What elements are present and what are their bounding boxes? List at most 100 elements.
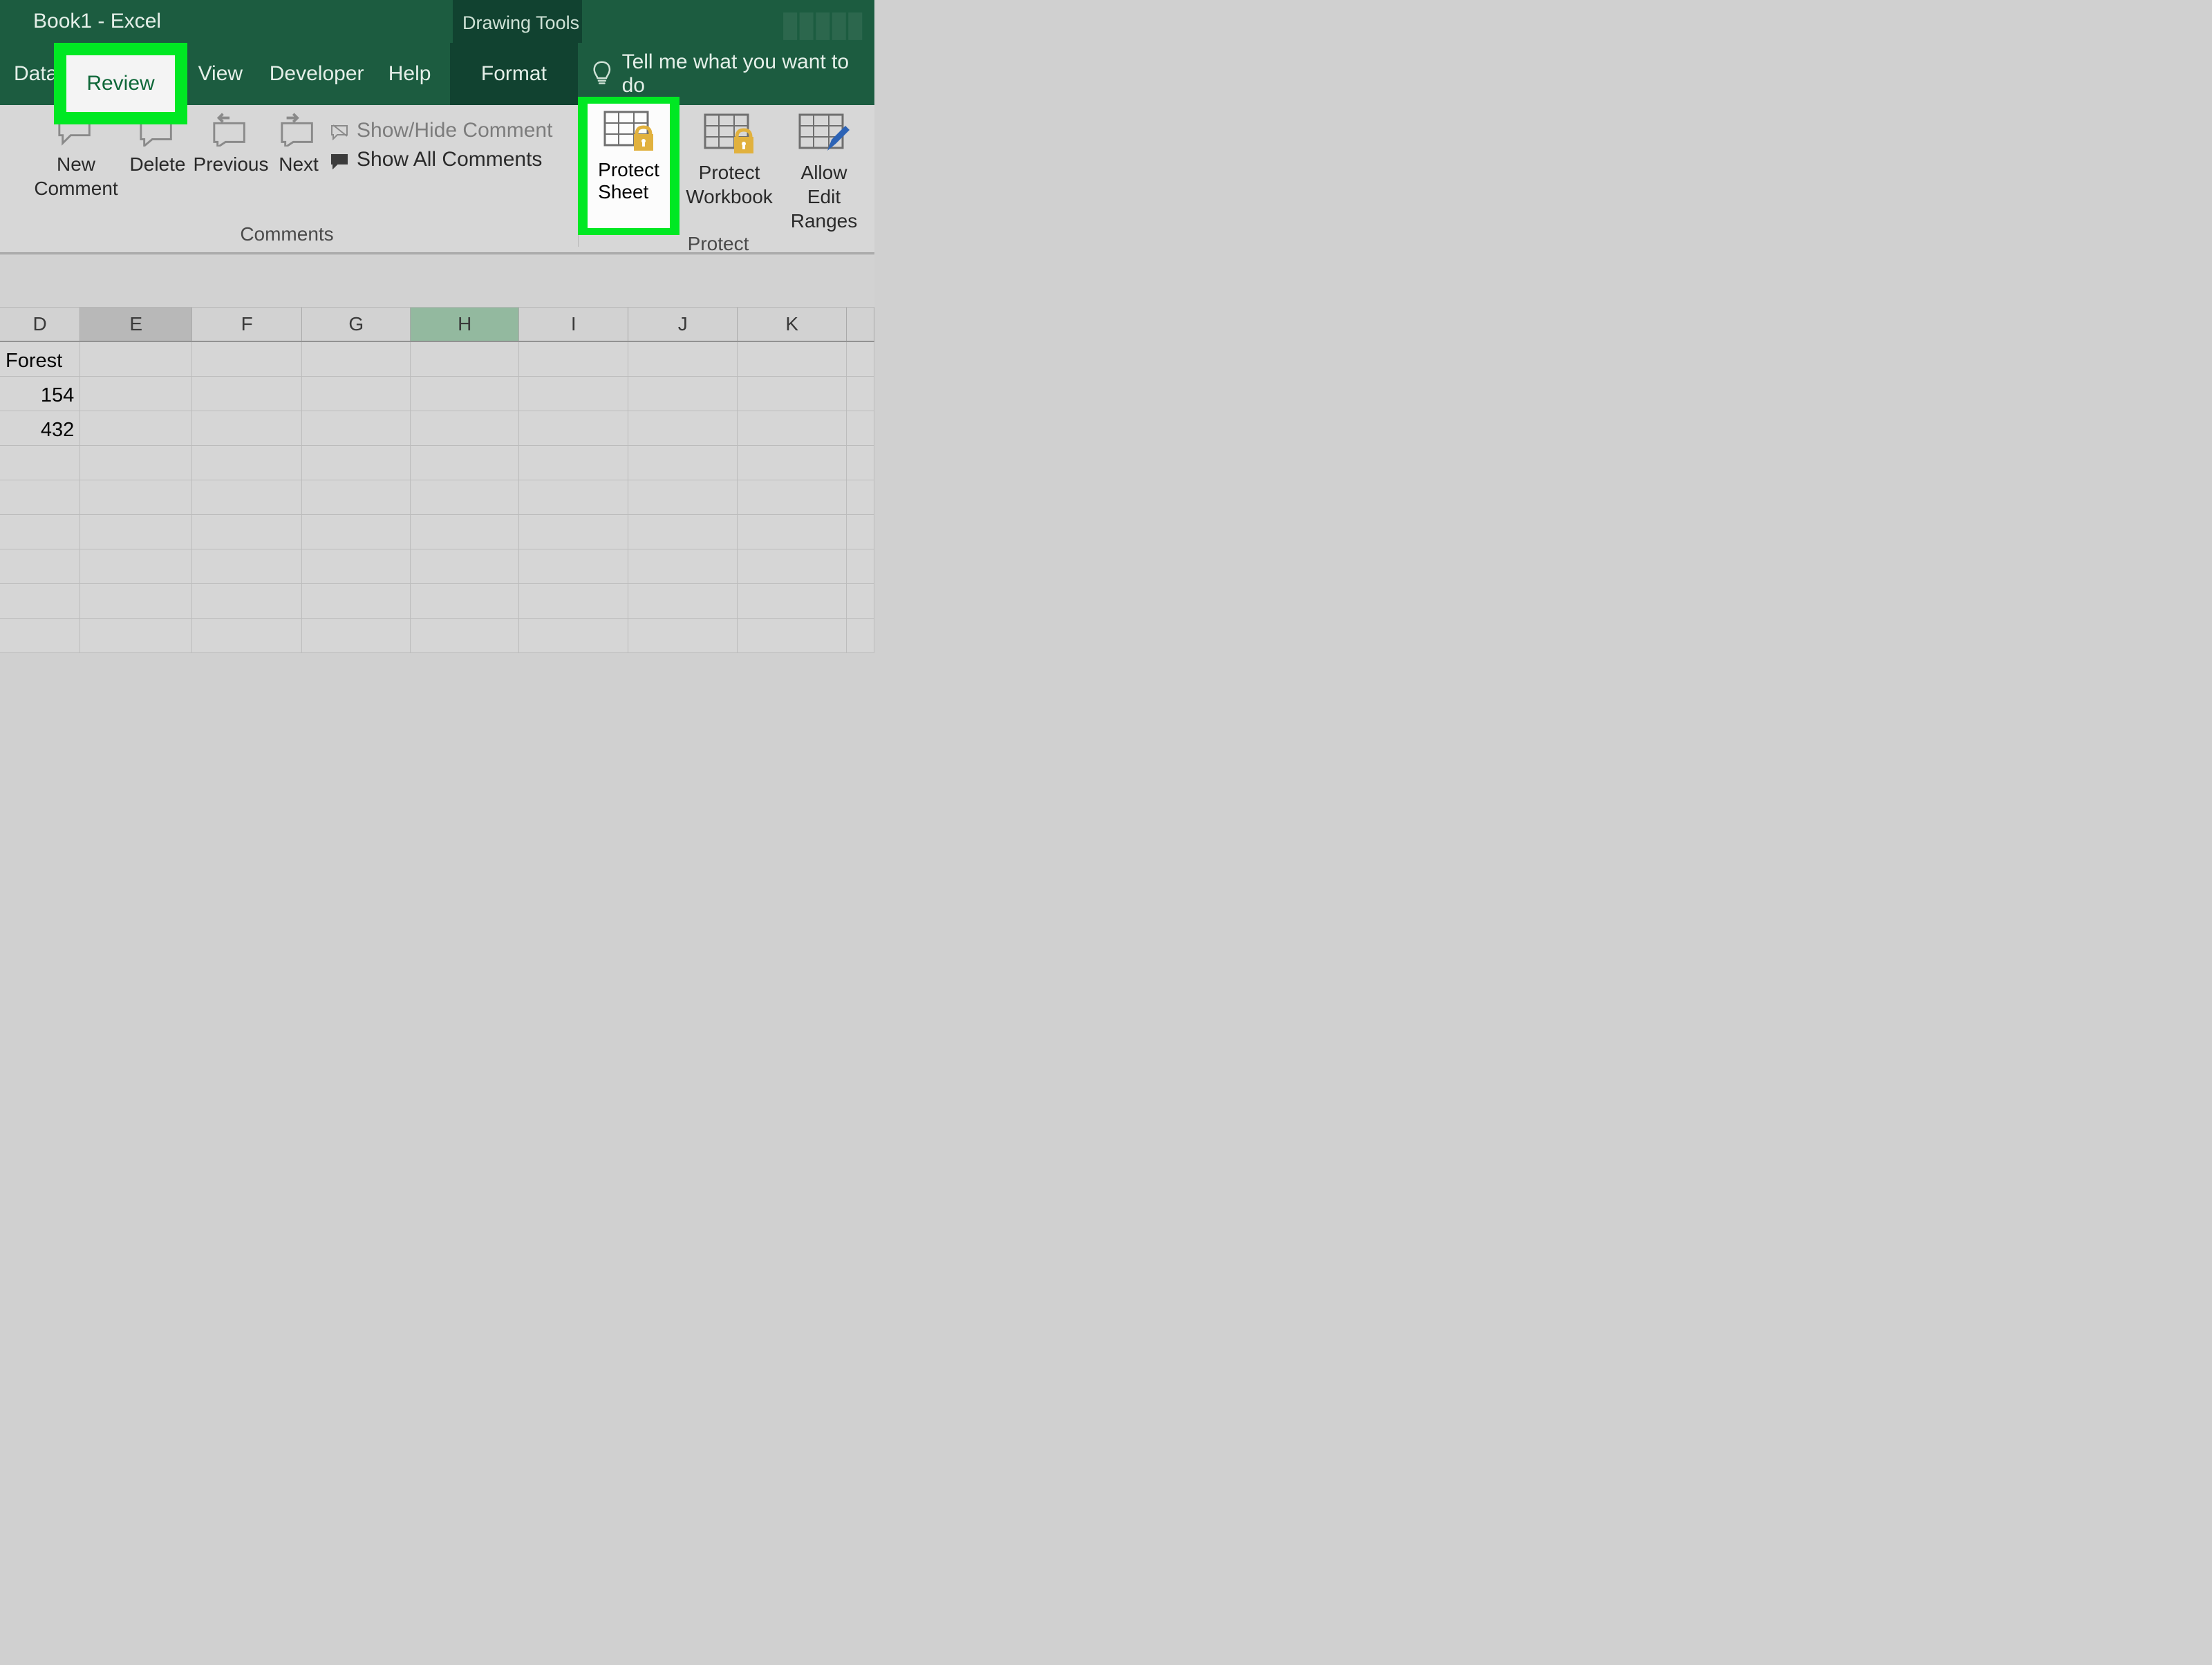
cell[interactable] bbox=[738, 619, 847, 653]
cell[interactable] bbox=[519, 549, 628, 584]
cell[interactable] bbox=[847, 619, 874, 653]
cell[interactable] bbox=[519, 619, 628, 653]
cell[interactable] bbox=[192, 411, 302, 446]
show-all-comments-button[interactable]: Show All Comments bbox=[330, 148, 552, 171]
cell[interactable] bbox=[80, 377, 192, 411]
cell[interactable] bbox=[411, 446, 519, 480]
cell[interactable] bbox=[738, 549, 847, 584]
cell[interactable] bbox=[80, 549, 192, 584]
cell[interactable] bbox=[411, 377, 519, 411]
cell[interactable] bbox=[80, 584, 192, 619]
column-header-f[interactable]: F bbox=[192, 308, 302, 341]
cell[interactable] bbox=[628, 549, 738, 584]
cell[interactable] bbox=[302, 515, 411, 549]
column-header-i[interactable]: I bbox=[519, 308, 628, 341]
cell[interactable] bbox=[302, 549, 411, 584]
cell[interactable] bbox=[302, 446, 411, 480]
cell[interactable] bbox=[411, 619, 519, 653]
cell[interactable] bbox=[302, 342, 411, 377]
cell[interactable] bbox=[628, 342, 738, 377]
cell[interactable] bbox=[411, 480, 519, 515]
cell[interactable] bbox=[192, 584, 302, 619]
protect-sheet-button[interactable]: ProtectSheet bbox=[588, 104, 670, 228]
cell[interactable] bbox=[628, 446, 738, 480]
new-comment-button[interactable]: NewComment bbox=[28, 112, 124, 200]
cell[interactable] bbox=[519, 411, 628, 446]
cell[interactable] bbox=[738, 411, 847, 446]
column-header-k[interactable]: K bbox=[738, 308, 847, 341]
cell[interactable] bbox=[192, 342, 302, 377]
cell[interactable] bbox=[302, 480, 411, 515]
cell[interactable] bbox=[519, 342, 628, 377]
cell[interactable] bbox=[519, 584, 628, 619]
cell[interactable] bbox=[847, 549, 874, 584]
cell[interactable] bbox=[302, 411, 411, 446]
cell[interactable] bbox=[847, 480, 874, 515]
tab-format[interactable]: Format bbox=[450, 43, 578, 105]
protect-workbook-button[interactable]: ProtectWorkbook bbox=[682, 112, 776, 209]
previous-comment-button[interactable]: Previous bbox=[191, 112, 271, 176]
cell[interactable] bbox=[302, 584, 411, 619]
cell[interactable] bbox=[80, 411, 192, 446]
cell[interactable] bbox=[738, 480, 847, 515]
cell[interactable] bbox=[411, 342, 519, 377]
cell[interactable] bbox=[847, 342, 874, 377]
cell[interactable] bbox=[411, 411, 519, 446]
cell[interactable] bbox=[0, 480, 80, 515]
cell[interactable] bbox=[0, 515, 80, 549]
cell[interactable] bbox=[738, 584, 847, 619]
column-header-h[interactable]: H bbox=[411, 308, 519, 341]
cell[interactable] bbox=[411, 584, 519, 619]
cell[interactable] bbox=[192, 377, 302, 411]
cell[interactable] bbox=[302, 619, 411, 653]
cell[interactable] bbox=[738, 446, 847, 480]
cell[interactable] bbox=[847, 446, 874, 480]
cell[interactable] bbox=[519, 480, 628, 515]
cell[interactable] bbox=[847, 377, 874, 411]
column-header-e[interactable]: E bbox=[80, 308, 192, 341]
cell[interactable] bbox=[519, 515, 628, 549]
cell[interactable] bbox=[847, 584, 874, 619]
show-hide-comment-button[interactable]: Show/Hide Comment bbox=[330, 119, 552, 142]
next-comment-button[interactable]: Next bbox=[271, 112, 326, 176]
cell[interactable] bbox=[519, 446, 628, 480]
cell-d3[interactable]: 432 bbox=[0, 411, 80, 446]
tab-developer[interactable]: Developer bbox=[257, 43, 376, 105]
cell[interactable] bbox=[628, 584, 738, 619]
cell[interactable] bbox=[302, 377, 411, 411]
cell[interactable] bbox=[738, 377, 847, 411]
cell[interactable] bbox=[192, 619, 302, 653]
cell[interactable] bbox=[0, 584, 80, 619]
cell[interactable] bbox=[628, 377, 738, 411]
allow-edit-ranges-button[interactable]: Allow EditRanges bbox=[776, 112, 872, 233]
cell[interactable] bbox=[738, 515, 847, 549]
cell[interactable] bbox=[80, 619, 192, 653]
tab-review[interactable]: Review bbox=[66, 55, 175, 112]
column-header-g[interactable]: G bbox=[302, 308, 411, 341]
cell-d1[interactable]: Forest bbox=[0, 342, 80, 377]
cell[interactable] bbox=[847, 515, 874, 549]
cell[interactable] bbox=[628, 480, 738, 515]
cell[interactable] bbox=[411, 515, 519, 549]
cell[interactable] bbox=[192, 480, 302, 515]
cell[interactable] bbox=[80, 342, 192, 377]
cell[interactable] bbox=[411, 549, 519, 584]
tab-data[interactable]: Data bbox=[0, 43, 54, 105]
tab-help[interactable]: Help bbox=[376, 43, 450, 105]
tab-view[interactable]: View bbox=[186, 43, 257, 105]
cell[interactable] bbox=[0, 549, 80, 584]
cell[interactable] bbox=[192, 549, 302, 584]
cell[interactable] bbox=[192, 515, 302, 549]
column-header-d[interactable]: D bbox=[0, 308, 80, 341]
cell-d2[interactable]: 154 bbox=[0, 377, 80, 411]
cell[interactable] bbox=[80, 446, 192, 480]
cell[interactable] bbox=[628, 619, 738, 653]
column-header-j[interactable]: J bbox=[628, 308, 738, 341]
cell[interactable] bbox=[80, 515, 192, 549]
cell[interactable] bbox=[628, 411, 738, 446]
cell[interactable] bbox=[0, 446, 80, 480]
cell[interactable] bbox=[0, 619, 80, 653]
cell[interactable] bbox=[847, 411, 874, 446]
tell-me-search[interactable]: Tell me what you want to do bbox=[592, 50, 874, 97]
cell[interactable] bbox=[628, 515, 738, 549]
